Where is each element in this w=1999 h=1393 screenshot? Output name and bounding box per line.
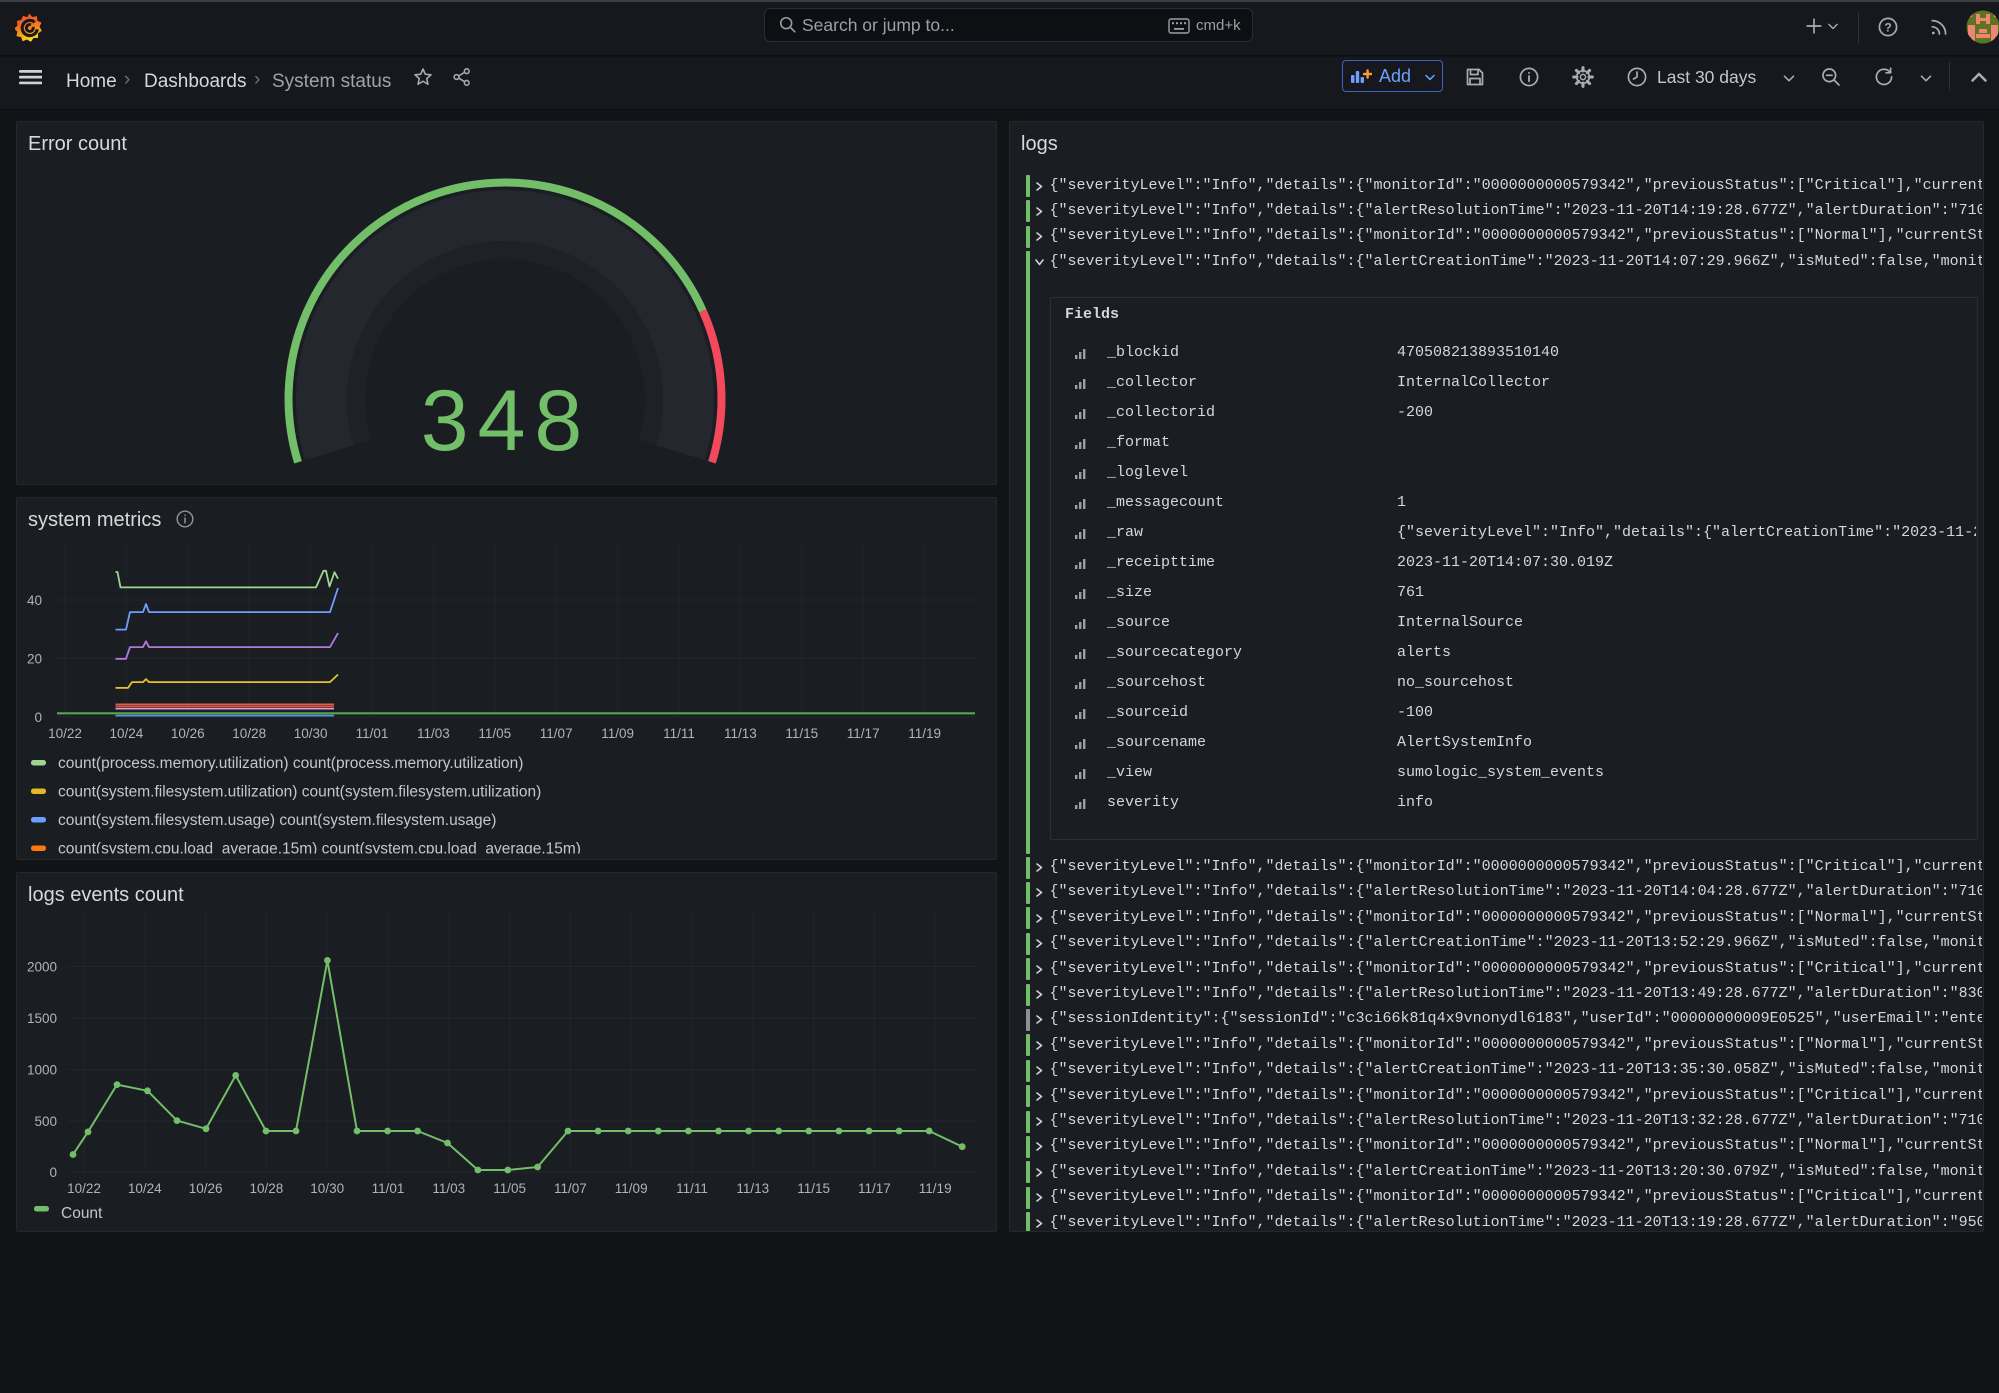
svg-text:Count: Count [61, 1205, 103, 1222]
svg-text:11/11: 11/11 [676, 1181, 708, 1196]
svg-text:10/28: 10/28 [250, 1181, 284, 1196]
svg-text:10/24: 10/24 [110, 726, 144, 741]
svg-text:11/01: 11/01 [356, 726, 389, 741]
svg-text:11/13: 11/13 [736, 1181, 769, 1196]
svg-text:10/30: 10/30 [310, 1181, 344, 1196]
svg-text:count(process.memory.utilizati: count(process.memory.utilization) count(… [58, 755, 523, 772]
svg-text:11/07: 11/07 [554, 1181, 587, 1196]
svg-text:10/28: 10/28 [232, 726, 266, 741]
svg-text:10/26: 10/26 [189, 1181, 223, 1196]
svg-text:count(system.filesystem.utiliz: count(system.filesystem.utilization) cou… [58, 784, 541, 801]
svg-text:11/09: 11/09 [615, 1181, 648, 1196]
svg-text:11/15: 11/15 [797, 1181, 830, 1196]
svg-text:500: 500 [34, 1114, 57, 1129]
svg-text:10/22: 10/22 [48, 726, 82, 741]
svg-text:11/03: 11/03 [417, 726, 450, 741]
svg-text:10/22: 10/22 [67, 1181, 101, 1196]
svg-text:0: 0 [34, 710, 42, 725]
svg-text:10/30: 10/30 [294, 726, 328, 741]
svg-text:11/19: 11/19 [919, 1181, 952, 1196]
svg-text:11/15: 11/15 [785, 726, 818, 741]
svg-text:count(system.filesystem.usage): count(system.filesystem.usage) count(sys… [58, 812, 496, 829]
svg-text:11/05: 11/05 [478, 726, 511, 741]
svg-text:0: 0 [49, 1165, 57, 1180]
svg-text:11/17: 11/17 [858, 1181, 891, 1196]
svg-text:11/05: 11/05 [493, 1181, 526, 1196]
svg-text:20: 20 [27, 652, 42, 667]
svg-text:10/26: 10/26 [171, 726, 205, 741]
svg-text:10/24: 10/24 [128, 1181, 162, 1196]
svg-text:2000: 2000 [27, 960, 57, 975]
svg-text:11/09: 11/09 [601, 726, 634, 741]
svg-text:1500: 1500 [27, 1011, 57, 1026]
svg-text:11/07: 11/07 [540, 726, 573, 741]
svg-text:11/17: 11/17 [847, 726, 880, 741]
svg-text:40: 40 [27, 593, 42, 608]
svg-text:11/03: 11/03 [432, 1181, 465, 1196]
svg-text:11/01: 11/01 [372, 1181, 405, 1196]
svg-text:?: ? [1884, 20, 1891, 34]
svg-text:1000: 1000 [27, 1063, 57, 1078]
svg-text:348: 348 [421, 373, 592, 469]
svg-text:11/13: 11/13 [724, 726, 757, 741]
svg-text:11/19: 11/19 [908, 726, 941, 741]
svg-text:11/11: 11/11 [663, 726, 695, 741]
